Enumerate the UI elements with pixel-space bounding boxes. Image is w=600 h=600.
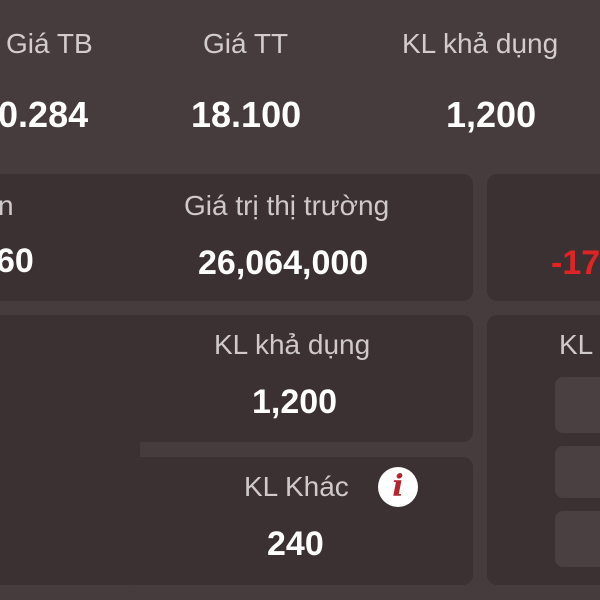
option-button-1[interactable] [555,377,600,433]
avg-price-value: 30.284 [0,94,89,135]
info-icon[interactable]: i [378,467,418,507]
market-value-value: 26,064,000 [198,244,369,282]
left-top-card-value: 60 [0,242,34,280]
other-qty-value: 240 [267,525,324,563]
other-qty-label: KL Khác [244,471,349,502]
other-qty-card[interactable]: KL Khác i 240 [126,457,473,585]
right-bottom-card-label: KL [559,329,594,360]
option-button-3[interactable] [555,511,600,567]
left-bottom-card[interactable] [0,315,140,585]
market-value-label: Giá trị thị trường [184,190,390,221]
right-top-card[interactable]: -17 [487,174,600,301]
right-bottom-card[interactable]: KL [487,315,600,585]
available-qty-header-label: KL khả dụng [402,28,559,59]
profit-loss-value: -17 [551,244,600,282]
left-top-card-label: n [0,190,14,221]
option-button-2[interactable] [555,446,600,498]
market-value-card[interactable]: Giá trị thị trường 26,064,000 [126,174,473,301]
market-price-label: Giá TT [203,28,289,59]
available-qty-card-value: 1,200 [252,383,338,421]
left-top-card[interactable]: n 60 [0,174,140,301]
available-qty-card[interactable]: KL khả dụng 1,200 [126,315,473,442]
market-price-value: 18.100 [191,94,302,135]
available-qty-header-value: 1,200 [446,94,537,135]
avg-price-label: Giá TB [6,28,93,59]
available-qty-card-label: KL khả dụng [214,329,371,360]
